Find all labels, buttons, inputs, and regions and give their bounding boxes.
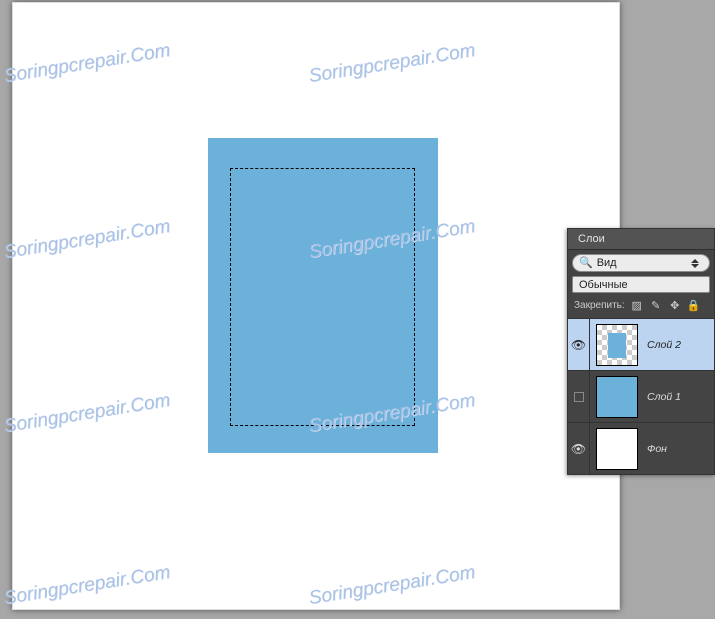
layer-name[interactable]: Фон — [644, 443, 714, 455]
layer-name[interactable]: Слой 1 — [644, 391, 714, 403]
watermark: Soringpcrepair.Com — [2, 216, 172, 264]
visibility-toggle[interactable] — [568, 371, 590, 422]
layer-name[interactable]: Слой 2 — [644, 339, 714, 351]
visibility-toggle[interactable]: 👁 — [568, 319, 590, 370]
watermark: Soringpcrepair.Com — [307, 40, 477, 88]
layer-row[interactable]: Слой 1 — [568, 370, 714, 422]
layer-list: 👁 Слой 2 Слой 1 👁 Фон — [568, 318, 714, 474]
layer-thumbnail[interactable] — [594, 427, 640, 471]
layers-filter-row: 🔍 Вид — [572, 254, 710, 272]
visibility-off-icon — [574, 392, 584, 402]
layers-panel: Слои 🔍 Вид Обычные Закрепить: ▨ ✎ ✥ 🔒 — [567, 228, 715, 475]
layer-thumbnail[interactable] — [594, 323, 640, 367]
watermark: Soringpcrepair.Com — [2, 562, 172, 610]
layer-row[interactable]: 👁 Фон — [568, 422, 714, 474]
selection-marquee[interactable] — [230, 168, 415, 426]
lock-row: Закрепить: ▨ ✎ ✥ 🔒 — [572, 296, 710, 316]
layers-panel-tab[interactable]: Слои — [568, 229, 714, 250]
watermark: Soringpcrepair.Com — [307, 562, 477, 610]
canvas-wrap: Soringpcrepair.Com Soringpcrepair.Com So… — [12, 2, 620, 610]
layers-panel-body: 🔍 Вид Обычные Закрепить: ▨ ✎ ✥ 🔒 — [568, 250, 714, 318]
document-canvas[interactable]: Soringpcrepair.Com Soringpcrepair.Com So… — [13, 3, 619, 609]
watermark: Soringpcrepair.Com — [2, 40, 172, 88]
lock-label: Закрепить: — [574, 300, 625, 311]
stepper-icon[interactable] — [691, 255, 703, 271]
lock-all-icon[interactable]: 🔒 — [687, 298, 701, 312]
visibility-toggle[interactable]: 👁 — [568, 423, 590, 474]
layers-filter-kind[interactable]: 🔍 Вид — [572, 254, 710, 272]
blend-mode-label: Обычные — [579, 279, 628, 291]
search-icon: 🔍 — [579, 258, 593, 269]
eye-icon: 👁 — [571, 442, 586, 456]
layer-row[interactable]: 👁 Слой 2 — [568, 318, 714, 370]
layer-thumbnail[interactable] — [594, 375, 640, 419]
layers-filter-label: Вид — [597, 257, 617, 269]
eye-icon: 👁 — [571, 338, 586, 352]
lock-brush-icon[interactable]: ✎ — [649, 298, 663, 312]
blend-mode-select[interactable]: Обычные — [572, 276, 710, 293]
watermark: Soringpcrepair.Com — [2, 390, 172, 438]
lock-transparency-icon[interactable]: ▨ — [630, 298, 644, 312]
lock-move-icon[interactable]: ✥ — [668, 298, 682, 312]
